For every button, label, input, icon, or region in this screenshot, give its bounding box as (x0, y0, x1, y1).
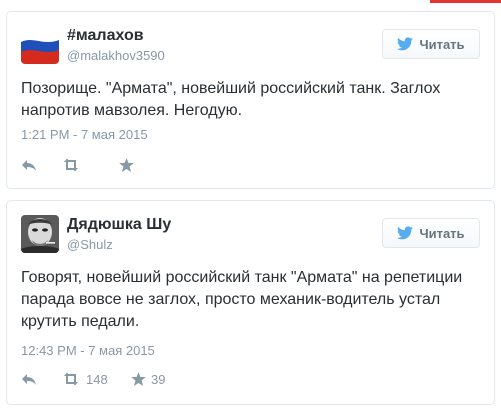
reply-button[interactable] (21, 372, 61, 386)
top-red-bar (430, 0, 501, 3)
follow-button[interactable]: Читать (382, 29, 480, 59)
tweet-actions: 148 39 (21, 369, 165, 389)
tweet-text: Позорище. "Армата", новейший российский … (21, 80, 441, 119)
top-strip (0, 0, 501, 5)
reply-icon (22, 160, 36, 171)
follow-label: Читать (419, 225, 465, 241)
portrait-avatar-icon (21, 215, 59, 253)
retweet-button[interactable] (61, 158, 119, 172)
tweet-timestamp[interactable]: 12:43 PM - 7 мая 2015 (21, 343, 155, 358)
author-name[interactable]: #малахов (67, 27, 144, 45)
retweet-icon (64, 158, 78, 172)
flag-avatar-icon (21, 26, 59, 64)
retweet-count: 148 (86, 371, 108, 387)
twitter-bird-icon (397, 226, 414, 240)
tweet-actions (21, 155, 139, 175)
follow-label: Читать (419, 36, 465, 52)
twitter-bird-icon (397, 37, 414, 51)
favorite-count: 39 (151, 371, 166, 387)
reply-button[interactable] (21, 158, 61, 172)
author-handle[interactable]: @malakhov3590 (67, 48, 165, 63)
star-icon (131, 372, 146, 386)
tweet-timestamp[interactable]: 1:21 PM - 7 мая 2015 (21, 127, 148, 142)
follow-button[interactable]: Читать (382, 218, 480, 248)
tweet-card: #малахов @malakhov3590 Читать Позорище. … (6, 11, 495, 189)
reply-icon (22, 374, 36, 385)
author-handle[interactable]: @Shulz (67, 237, 113, 252)
avatar[interactable] (21, 215, 59, 253)
favorite-button[interactable]: 39 (131, 372, 165, 387)
star-icon (119, 158, 134, 172)
avatar[interactable] (21, 26, 59, 64)
tweet-card: Дядюшка Шу @Shulz Читать Говорят, новейш… (6, 200, 495, 405)
retweet-button[interactable]: 148 (61, 372, 131, 387)
tweet-text: Говорят, новейший российский танк "Армат… (21, 269, 463, 330)
retweet-icon (64, 372, 78, 386)
favorite-button[interactable] (119, 158, 139, 172)
author-name[interactable]: Дядюшка Шу (67, 216, 171, 234)
